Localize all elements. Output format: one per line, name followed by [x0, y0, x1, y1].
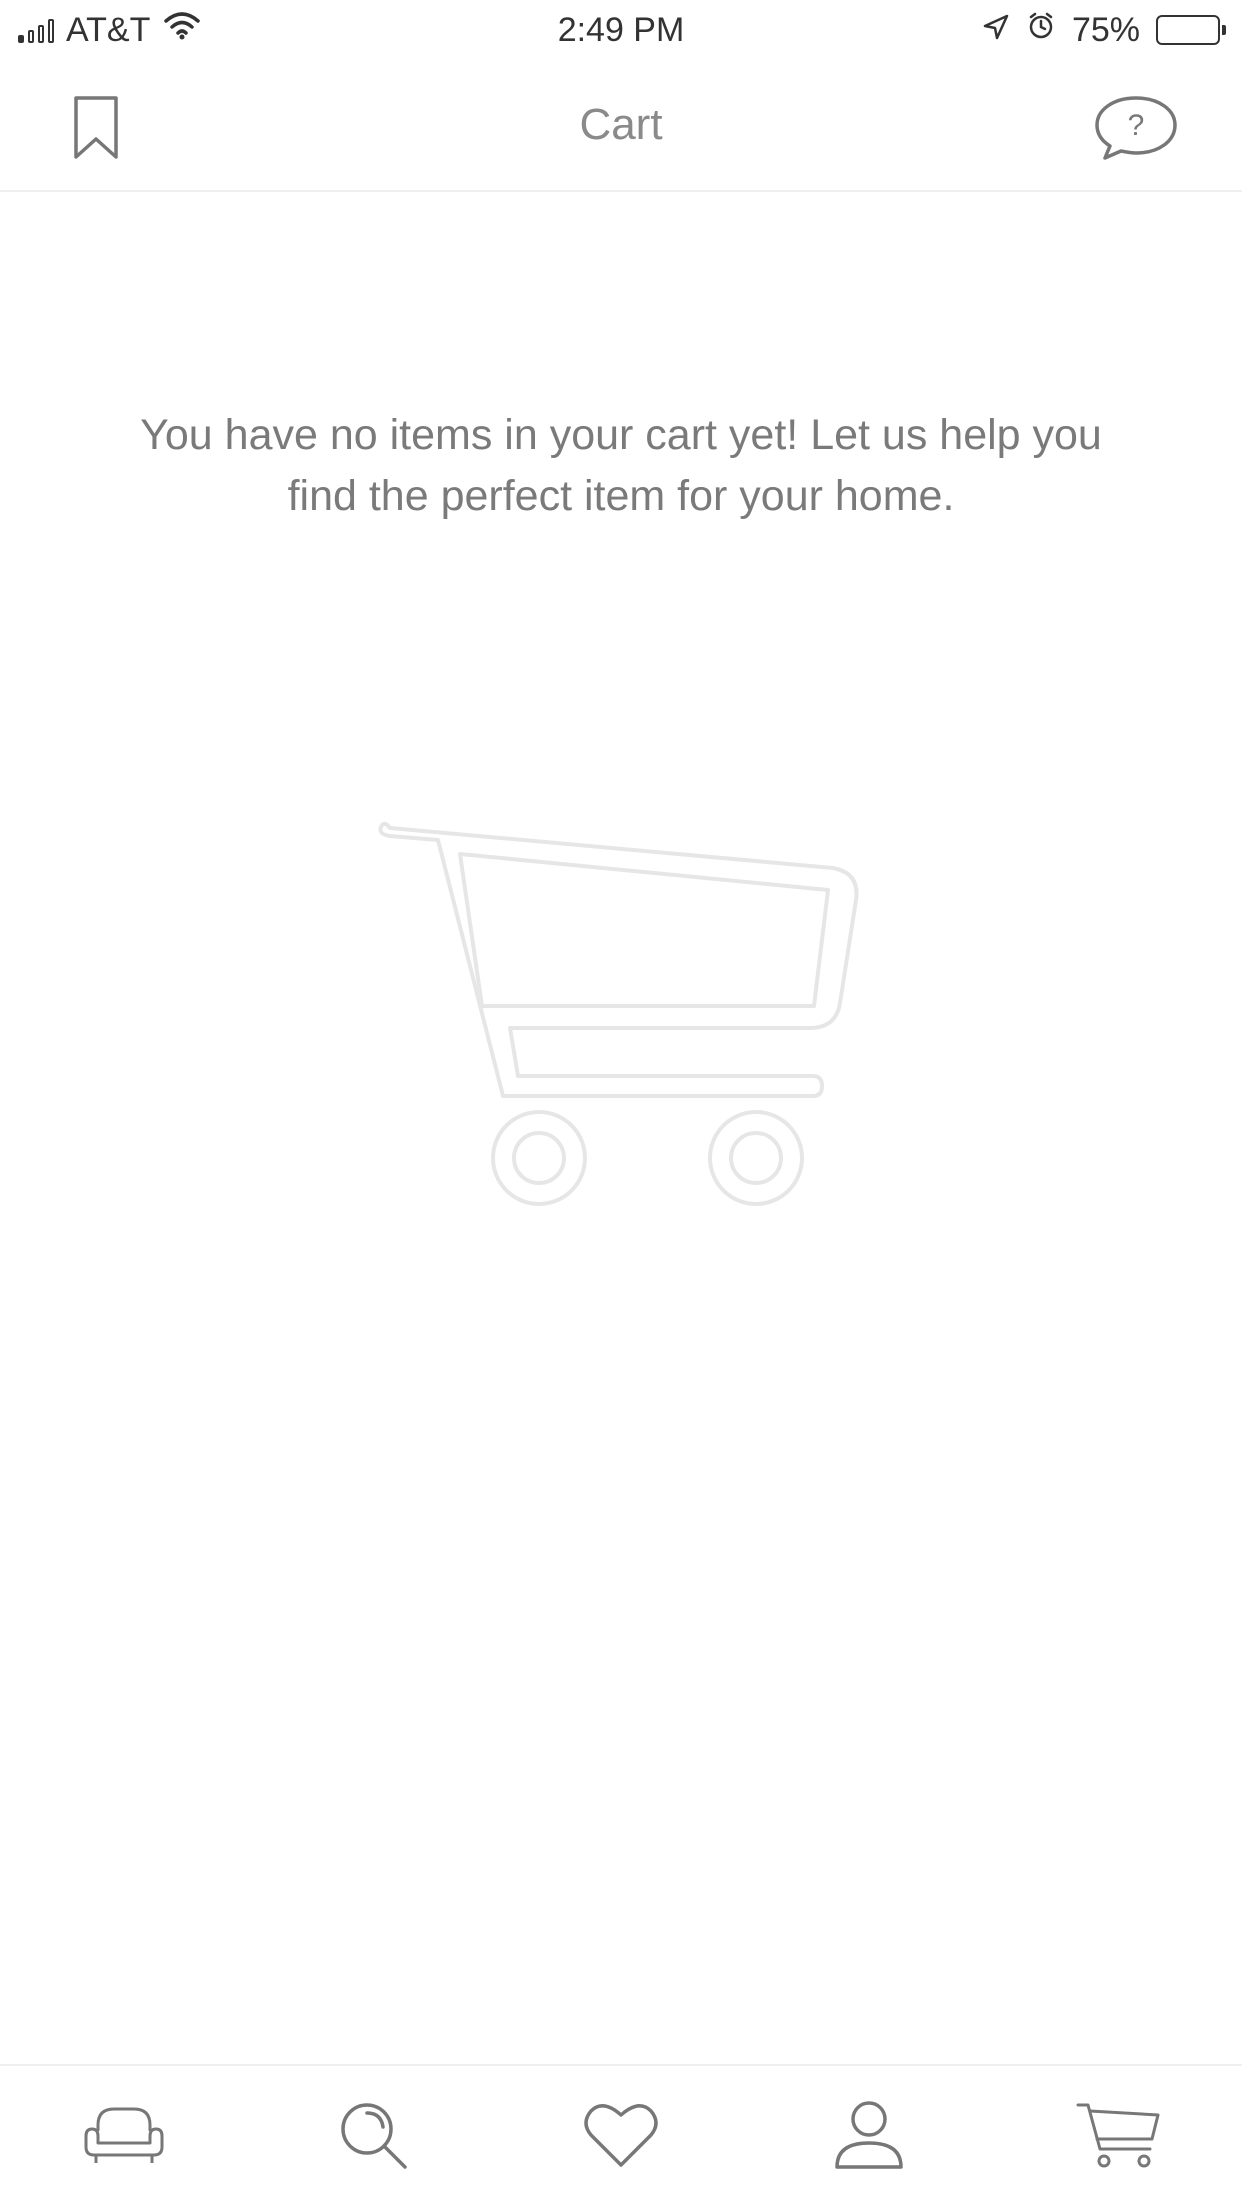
- empty-cart-illustration: [378, 818, 868, 1218]
- help-chat-icon: ?: [1091, 93, 1181, 168]
- cart-icon: [378, 821, 859, 1206]
- help-button[interactable]: ?: [1086, 90, 1186, 170]
- battery-percent: 75%: [1071, 10, 1140, 49]
- tab-favorites[interactable]: [561, 2087, 681, 2187]
- tab-bar: [0, 2064, 1242, 2208]
- cart-tab-icon: [1076, 2101, 1160, 2174]
- status-bar: AT&T 2:49 PM 75%: [0, 0, 1242, 60]
- tab-cart[interactable]: [1058, 2087, 1178, 2187]
- page-title: Cart: [579, 100, 663, 149]
- profile-icon: [833, 2099, 905, 2176]
- tab-account[interactable]: [809, 2087, 929, 2187]
- help-glyph: ?: [1128, 109, 1145, 142]
- sofa-icon: [84, 2103, 164, 2172]
- status-right: 75%: [982, 8, 1226, 52]
- tab-search[interactable]: [313, 2087, 433, 2187]
- nav-header: Cart ?: [0, 60, 1242, 192]
- tab-home[interactable]: [64, 2087, 184, 2187]
- heart-icon: [583, 2101, 659, 2174]
- alarm-icon: [1026, 11, 1056, 50]
- search-icon: [337, 2099, 409, 2176]
- battery-icon: [1156, 15, 1226, 45]
- empty-cart-message: You have no items in your cart yet! Let …: [140, 411, 1102, 520]
- location-icon: [982, 11, 1010, 50]
